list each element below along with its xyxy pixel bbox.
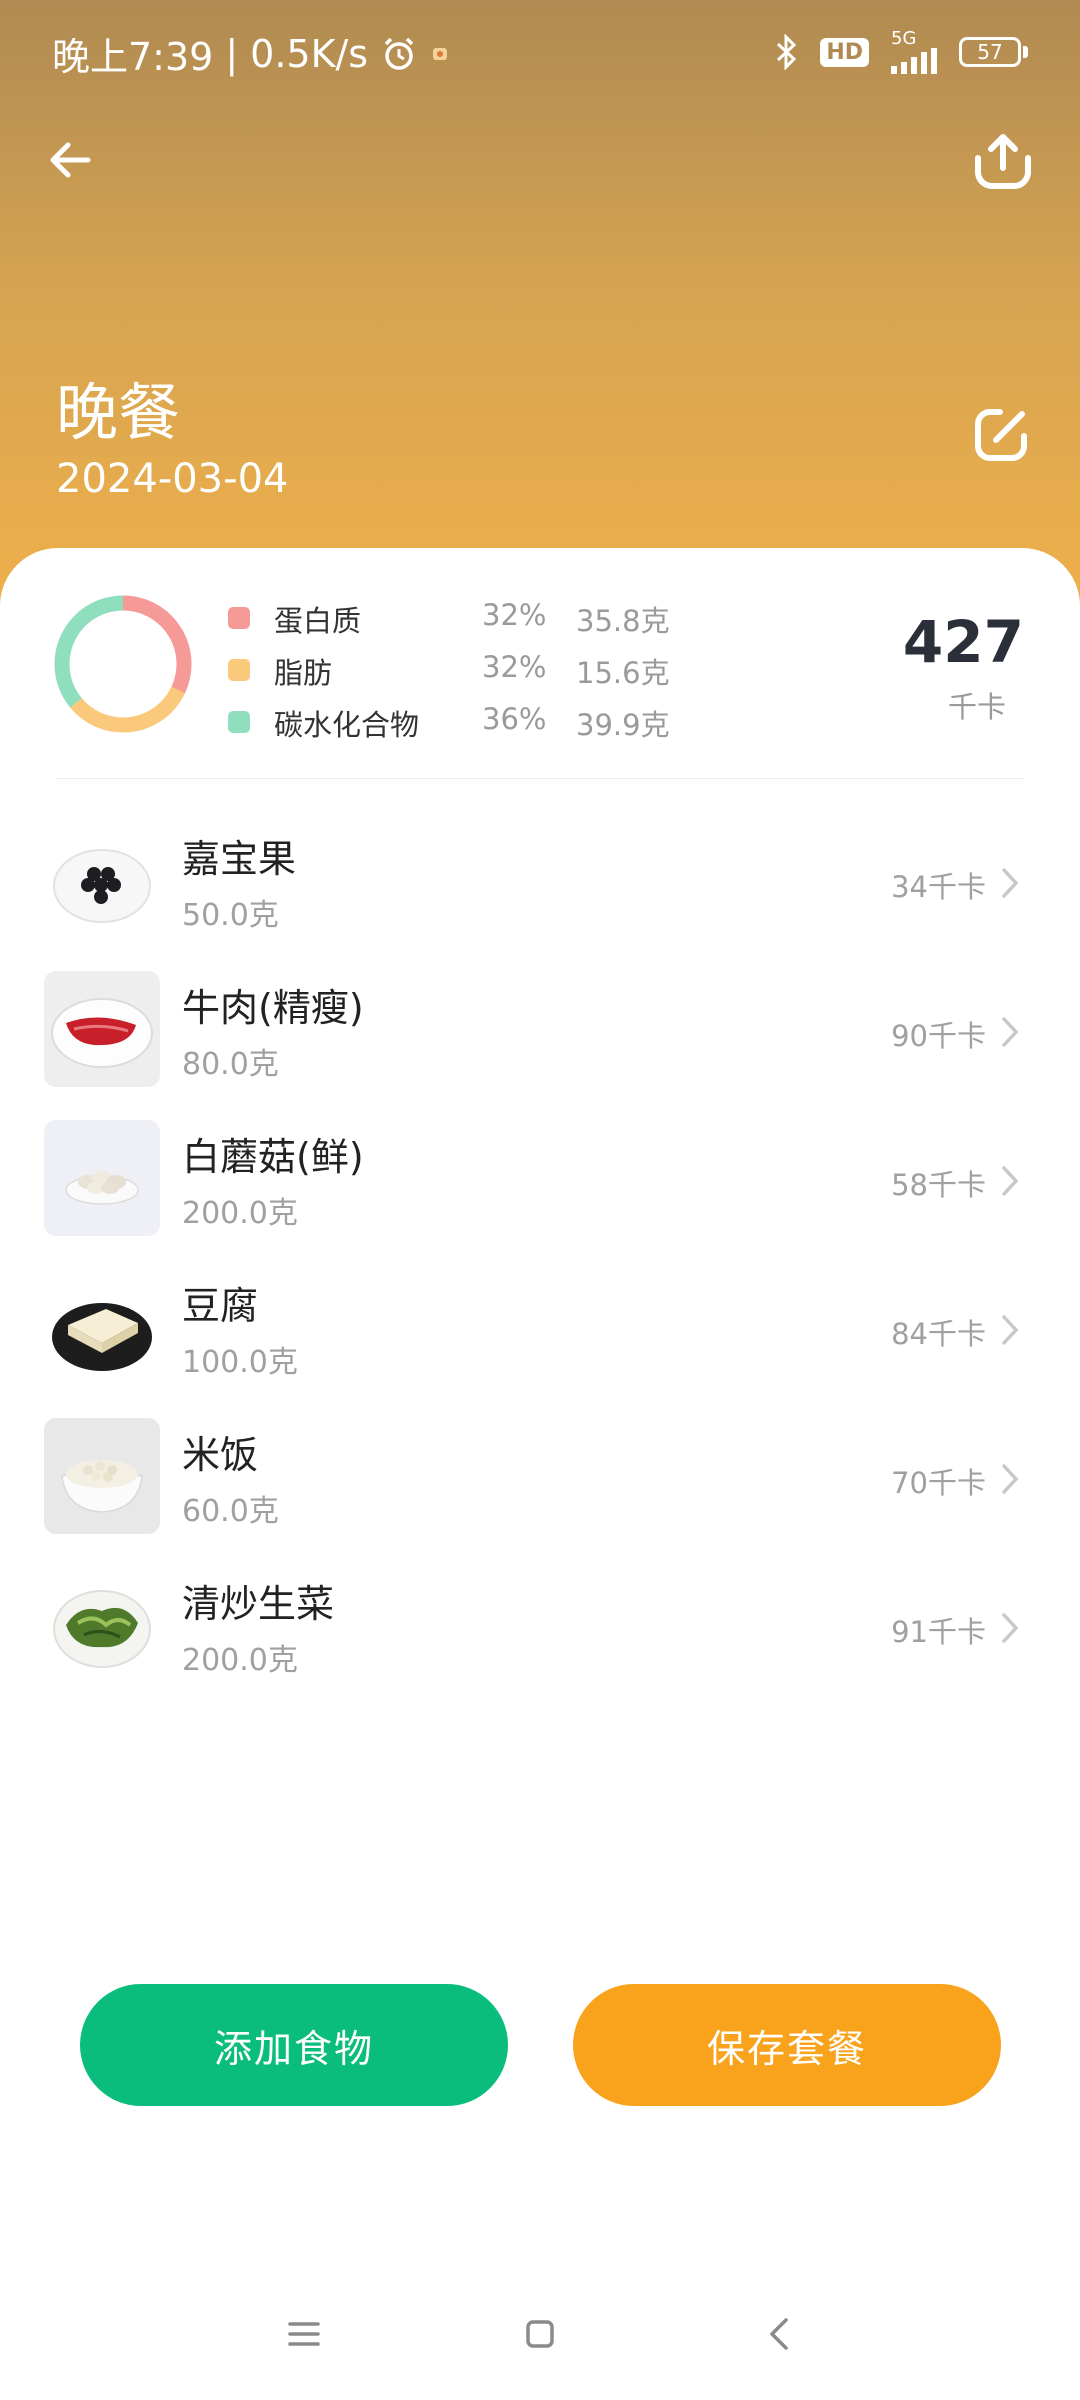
protein-color-dot (228, 607, 250, 629)
fat-color-dot (228, 659, 250, 681)
food-item[interactable]: 嘉宝果 50.0克 34千卡 (0, 808, 1080, 957)
battery-icon: 57 (959, 37, 1028, 67)
signal-icon: 5G (891, 30, 937, 74)
food-list: 嘉宝果 50.0克 34千卡 牛肉(精瘦) 80.0克 90千卡 白蘑菇(鲜) … (0, 808, 1080, 1702)
status-left: 晚上7:39 | 0.5K/s (52, 26, 450, 81)
tofu-plate (44, 1269, 160, 1385)
back-arrow-icon[interactable] (40, 130, 100, 190)
status-bar: 晚上7:39 | 0.5K/s HD 5G 57 (0, 0, 1080, 104)
chevron-right-icon (1002, 1017, 1019, 1047)
legend-percent: 32% (482, 650, 547, 684)
food-kcal: 91千卡 (891, 1615, 986, 1649)
back-icon[interactable] (760, 2314, 800, 2354)
food-weight: 200.0克 (182, 1196, 298, 1231)
chevron-right-icon (1002, 1613, 1019, 1643)
legend-name: 碳水化合物 (274, 708, 420, 742)
home-icon[interactable] (520, 2314, 560, 2354)
beef-plate (44, 971, 160, 1087)
status-time: 晚上7:39 (52, 35, 214, 79)
food-name: 米饭 (182, 1433, 259, 1477)
food-weight: 100.0克 (182, 1345, 298, 1380)
carbs-color-dot (228, 711, 250, 733)
food-name: 豆腐 (182, 1284, 259, 1328)
chevron-right-icon (1002, 868, 1019, 898)
save-meal-button[interactable]: 保存套餐 (573, 1984, 1001, 2106)
food-item[interactable]: 牛肉(精瘦) 80.0克 90千卡 (0, 957, 1080, 1106)
legend-grams: 15.6克 (576, 656, 670, 690)
food-name: 白蘑菇(鲜) (182, 1135, 364, 1179)
chevron-right-icon (1002, 1315, 1019, 1345)
status-separator: | (225, 31, 239, 76)
status-net-speed: 0.5K/s (250, 31, 369, 76)
jaboticaba-plate (44, 822, 160, 938)
legend-row-carbs: 碳水化合物 36% 39.9克 (226, 700, 706, 752)
lettuce-plate (44, 1567, 160, 1683)
food-name: 嘉宝果 (182, 837, 297, 881)
legend-name: 脂肪 (274, 656, 333, 690)
network-type: 5G (891, 28, 917, 49)
legend-percent: 32% (482, 598, 547, 632)
add-food-button[interactable]: 添加食物 (80, 1984, 508, 2106)
notification-icon (433, 47, 448, 60)
nutrient-donut-chart (54, 595, 192, 733)
nutrient-legend: 蛋白质 32% 35.8克 脂肪 32% 15.6克 碳水化合物 36% 39.… (226, 596, 706, 752)
legend-name: 蛋白质 (274, 604, 362, 638)
alarm-icon (384, 37, 414, 70)
total-kcal: 427 (902, 608, 1024, 676)
status-right: HD 5G 57 (774, 30, 1028, 74)
food-kcal: 70千卡 (891, 1466, 986, 1500)
food-item[interactable]: 豆腐 100.0克 84千卡 (0, 1255, 1080, 1404)
rice-bowl (44, 1418, 160, 1534)
legend-grams: 35.8克 (576, 604, 670, 638)
food-kcal: 58千卡 (891, 1168, 986, 1202)
meal-date: 2024-03-04 (56, 456, 289, 502)
food-item[interactable]: 清炒生菜 200.0克 91千卡 (0, 1553, 1080, 1702)
legend-row-protein: 蛋白质 32% 35.8克 (226, 596, 706, 648)
share-upload-icon[interactable] (970, 128, 1036, 194)
meal-title: 晚餐 (56, 376, 181, 449)
divider (56, 778, 1024, 779)
food-item[interactable]: 米饭 60.0克 70千卡 (0, 1404, 1080, 1553)
food-item[interactable]: 白蘑菇(鲜) 200.0克 58千卡 (0, 1106, 1080, 1255)
food-name: 清炒生菜 (182, 1582, 335, 1626)
edit-icon[interactable] (960, 396, 1040, 476)
food-kcal: 90千卡 (891, 1019, 986, 1053)
system-nav-bar (0, 2290, 1080, 2380)
food-weight: 80.0克 (182, 1047, 279, 1082)
food-name: 牛肉(精瘦) (182, 986, 364, 1030)
legend-grams: 39.9克 (576, 708, 670, 742)
bluetooth-icon (777, 34, 797, 70)
food-weight: 50.0克 (182, 898, 279, 933)
food-weight: 200.0克 (182, 1643, 298, 1678)
hd-icon: HD (820, 37, 869, 67)
menu-icon[interactable] (284, 2314, 324, 2354)
mushroom-plate (44, 1120, 160, 1236)
chevron-right-icon (1002, 1464, 1019, 1494)
food-kcal: 34千卡 (891, 870, 986, 904)
chevron-right-icon (1002, 1166, 1019, 1196)
food-weight: 60.0克 (182, 1494, 279, 1529)
food-kcal: 84千卡 (891, 1317, 986, 1351)
legend-row-fat: 脂肪 32% 15.6克 (226, 648, 706, 700)
legend-percent: 36% (482, 702, 547, 736)
total-kcal-unit: 千卡 (947, 690, 1006, 724)
battery-level: 57 (959, 37, 1021, 67)
